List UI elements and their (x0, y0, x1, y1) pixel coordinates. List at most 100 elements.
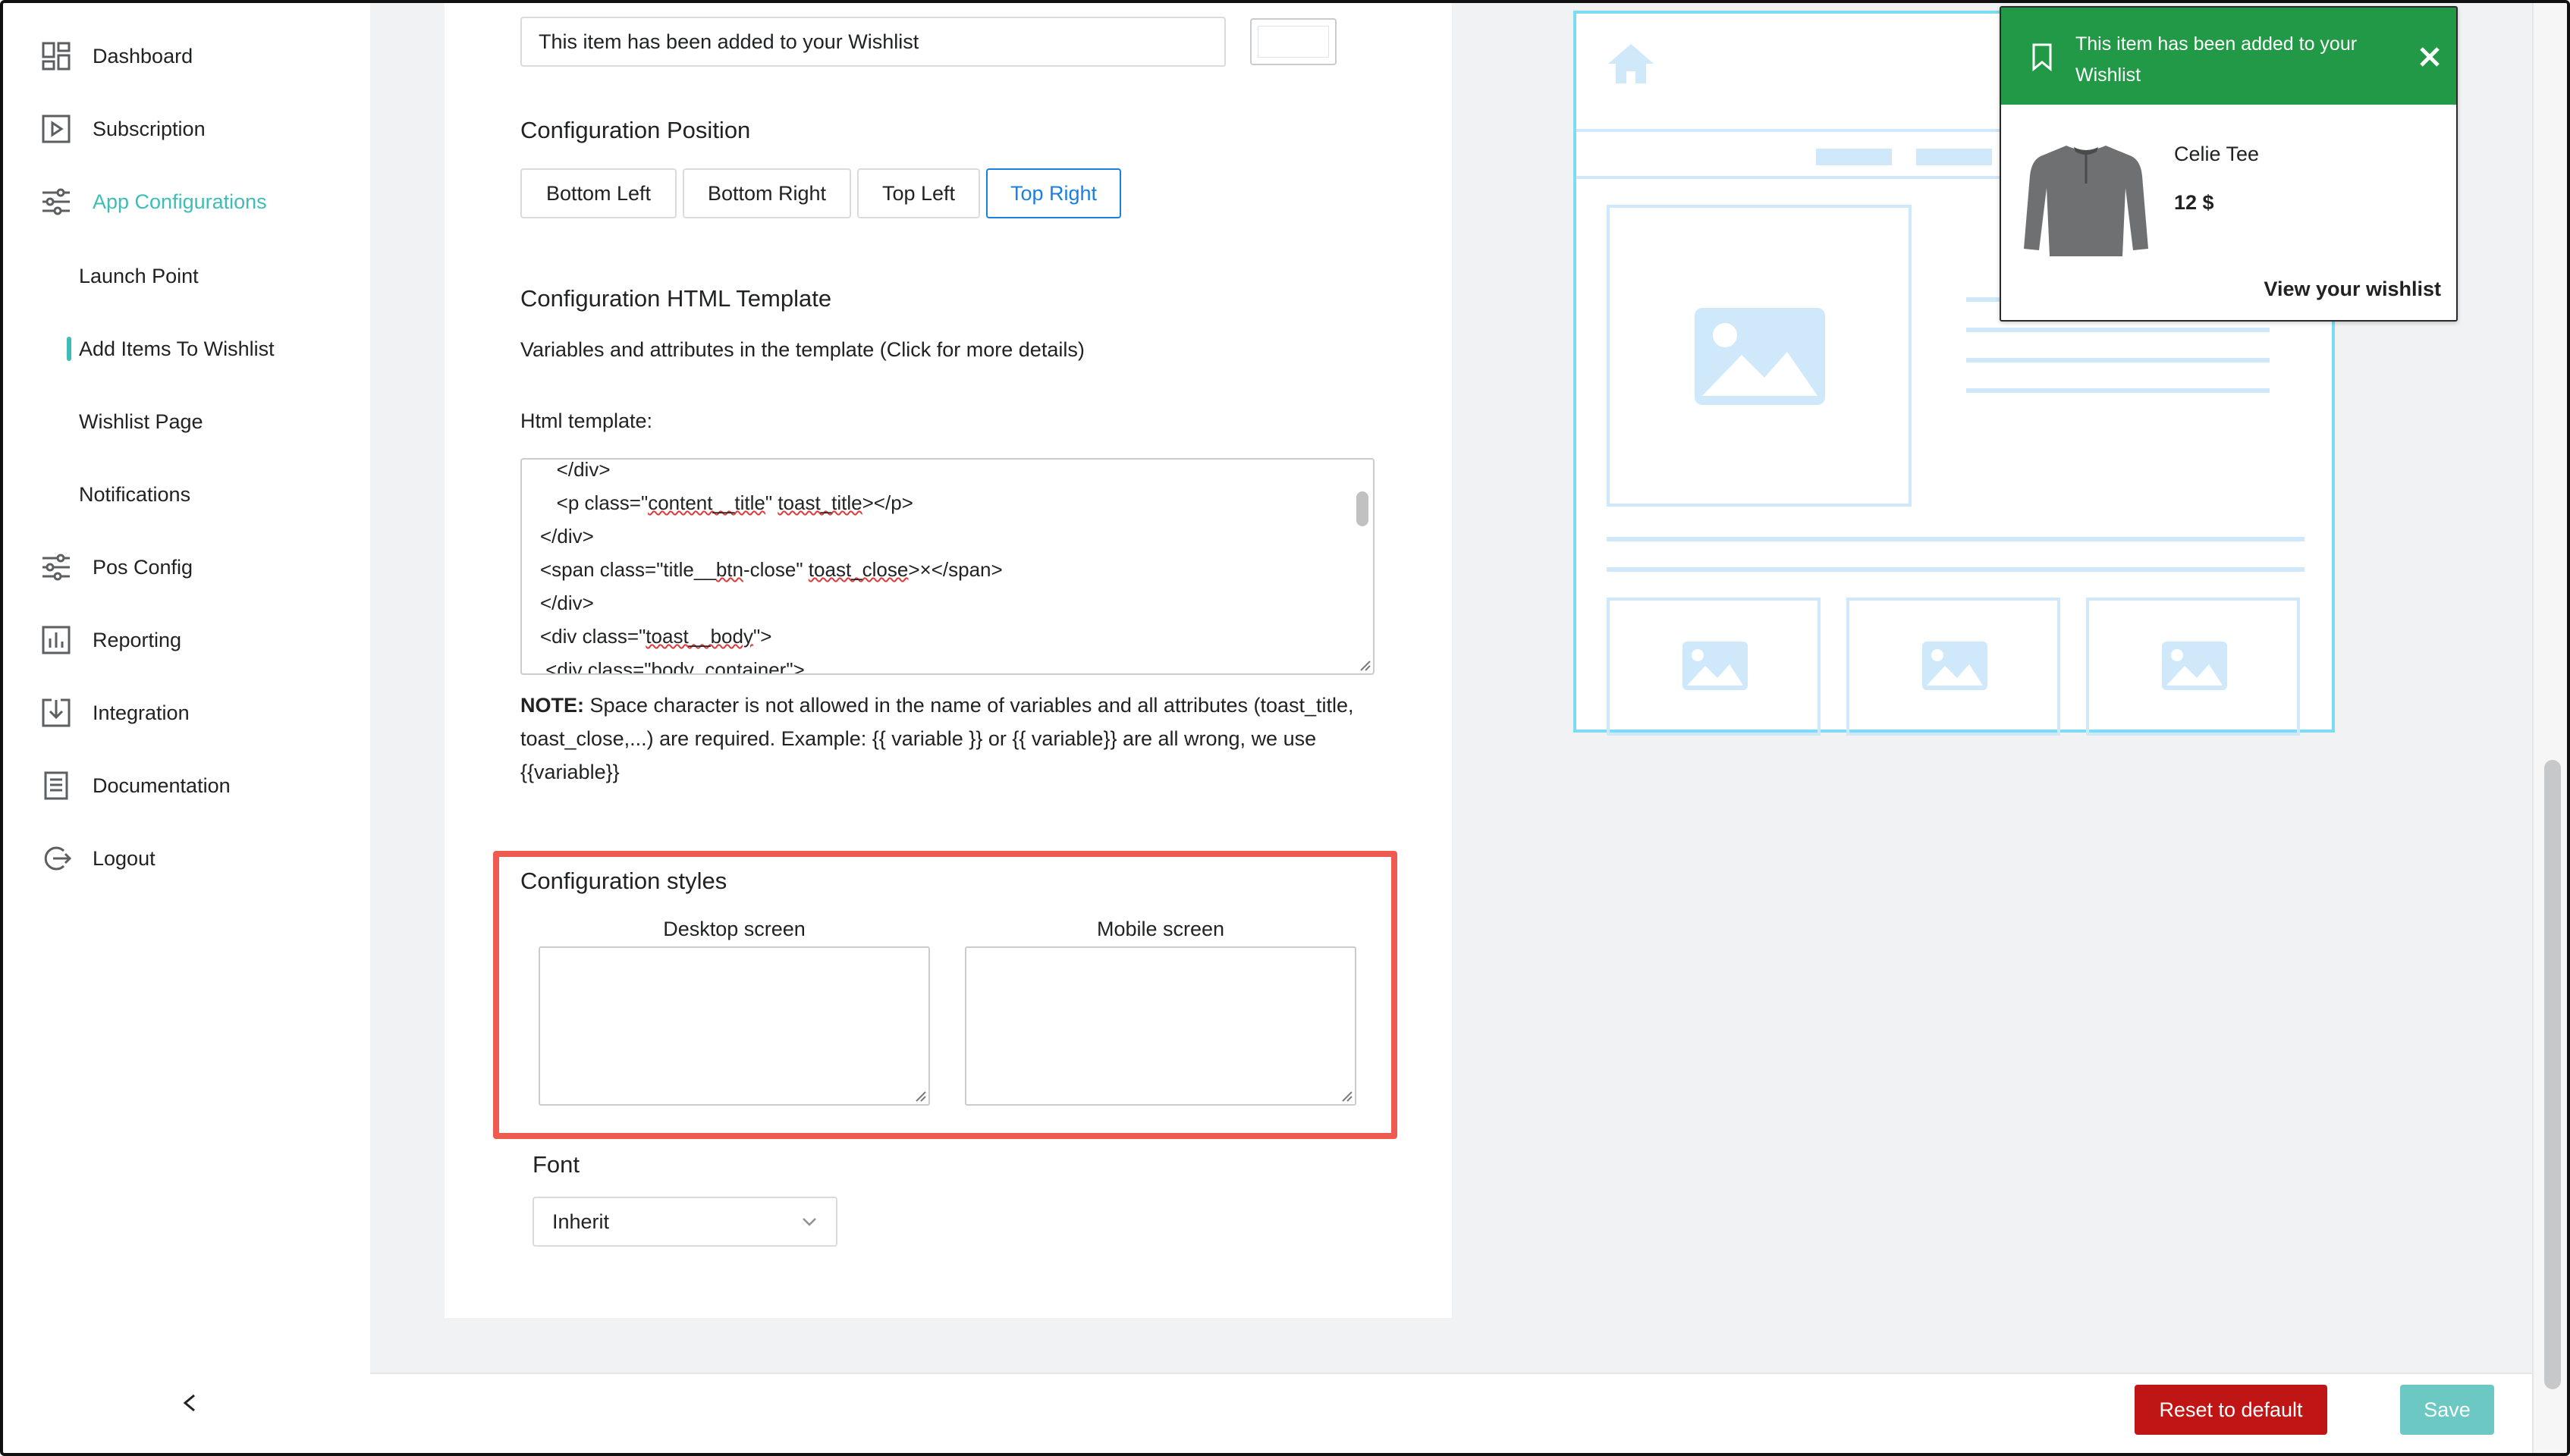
bar-chart-icon (39, 623, 73, 657)
template-note: NOTE: Space character is not allowed in … (520, 689, 1378, 789)
sidebar-item-label: Pos Config (93, 555, 193, 579)
preview-divider-line (1607, 567, 2305, 572)
image-icon (1695, 308, 1825, 405)
note-text: Space character is not allowed in the na… (520, 694, 1354, 783)
html-template-editor[interactable]: </div> <p class="content__title" toast_t… (520, 458, 1375, 675)
app-window: Dashboard Subscription App Configuration… (0, 0, 2570, 1456)
sidebar-item-integration[interactable]: Integration (39, 690, 190, 736)
sidebar-item-label: Logout (93, 846, 156, 870)
product-thumbnail-image (2024, 146, 2148, 256)
font-label: Font (533, 1151, 580, 1178)
image-icon (1682, 642, 1748, 690)
code-line: </div> (540, 592, 594, 614)
code-line: <span class="title__btn-close" toast_clo… (540, 558, 1003, 581)
desktop-styles-textarea[interactable] (539, 946, 930, 1106)
toast-product-name: Celie Tee (2174, 143, 2260, 165)
preview-thumbnail (1607, 598, 1821, 736)
preview-thumbnail (1846, 598, 2060, 736)
sidebar-subitem-wishlist-page[interactable]: Wishlist Page (79, 399, 203, 444)
sliders-icon (39, 551, 73, 584)
toast-header: This item has been added to your Wishlis… (2001, 8, 2456, 105)
sidebar-item-label: Reporting (93, 628, 182, 651)
reset-to-default-button[interactable]: Reset to default (2135, 1385, 2327, 1435)
page-scrollbar[interactable] (2532, 3, 2567, 1453)
sidebar-item-label: Dashboard (93, 44, 193, 67)
code-line: <div class="toast__body"> (540, 625, 772, 648)
play-square-icon (39, 112, 73, 146)
wishlist-toast-preview: This item has been added to your Wishlis… (2000, 6, 2458, 322)
position-top-right-button[interactable]: Top Right (986, 168, 1121, 218)
sidebar-item-label: Integration (93, 701, 190, 724)
scrollbar-thumb[interactable] (2544, 760, 2561, 1389)
sidebar-subitem-add-items-to-wishlist[interactable]: Add Items To Wishlist (67, 326, 275, 372)
image-icon (1922, 642, 1987, 690)
color-swatch-fill (1258, 26, 1329, 58)
sidebar-item-label: Subscription (93, 117, 206, 140)
mobile-styles-textarea[interactable] (965, 946, 1356, 1106)
styles-section-title: Configuration styles (520, 868, 727, 894)
preview-divider-line (1607, 537, 2305, 541)
code-line: </div> (540, 525, 594, 548)
template-description-link[interactable]: Variables and attributes in the template… (520, 338, 1085, 362)
sidebar-item-pos-config[interactable]: Pos Config (39, 544, 193, 590)
code-line: </div> (540, 458, 611, 481)
home-icon (1608, 44, 1654, 83)
code-line: <p class="content__title" toast_title></… (540, 491, 913, 514)
sidebar-subitem-label: Add Items To Wishlist (79, 337, 275, 360)
sidebar-item-app-configurations[interactable]: App Configurations (39, 179, 267, 224)
sidebar-item-reporting[interactable]: Reporting (39, 617, 181, 663)
bookmark-icon (2032, 43, 2052, 71)
toast-title: This item has been added to your Wishlis… (2075, 33, 2358, 86)
collapse-sidebar-button[interactable] (176, 1388, 203, 1418)
preview-text-line (1966, 388, 2270, 393)
preview-text-line (1966, 358, 2270, 362)
sidebar-subitem-label: Wishlist Page (79, 410, 203, 433)
sidebar-item-label: App Configurations (93, 190, 267, 213)
sliders-icon (39, 185, 73, 218)
preview-thumbnail (2086, 598, 2300, 736)
template-section-title: Configuration HTML Template (520, 285, 832, 312)
document-icon (39, 769, 73, 802)
position-section-title: Configuration Position (520, 117, 751, 143)
toast-message-input[interactable]: This item has been added to your Wishlis… (520, 17, 1226, 67)
editor-scrollbar[interactable] (1356, 491, 1368, 526)
preview-text-line (1966, 328, 2270, 332)
font-select-value: Inherit (552, 1210, 610, 1233)
dashboard-icon (39, 39, 73, 73)
save-button[interactable]: Save (2400, 1385, 2494, 1435)
note-label: NOTE: (520, 694, 584, 717)
position-bottom-right-button[interactable]: Bottom Right (683, 168, 851, 218)
position-top-left-button[interactable]: Top Left (857, 168, 980, 218)
font-select[interactable]: Inherit (533, 1197, 837, 1247)
sidebar-subitem-launch-point[interactable]: Launch Point (79, 253, 199, 299)
sidebar-item-subscription[interactable]: Subscription (39, 106, 206, 152)
resize-grip-icon[interactable] (1358, 658, 1371, 672)
sidebar-item-documentation[interactable]: Documentation (39, 763, 231, 808)
html-template-label: Html template: (520, 410, 653, 432)
toast-product-price: 12 $ (2174, 191, 2214, 214)
sidebar-item-dashboard[interactable]: Dashboard (39, 33, 193, 79)
logout-icon (39, 842, 73, 875)
resize-grip-icon[interactable] (913, 1089, 927, 1103)
chevron-left-icon (183, 1394, 195, 1412)
download-box-icon (39, 696, 73, 730)
color-picker[interactable] (1250, 18, 1337, 65)
preview-nav-placeholder (1916, 149, 1992, 165)
sidebar-subitem-label: Launch Point (79, 264, 199, 287)
sidebar: Dashboard Subscription App Configuration… (3, 3, 370, 1453)
view-wishlist-link[interactable]: View your wishlist (2264, 278, 2441, 301)
position-bottom-left-button[interactable]: Bottom Left (520, 168, 677, 218)
sidebar-item-label: Documentation (93, 774, 231, 797)
image-icon (2162, 642, 2227, 690)
desktop-screen-label: Desktop screen (663, 918, 806, 940)
resize-grip-icon[interactable] (1340, 1089, 1353, 1103)
sidebar-subitem-notifications[interactable]: Notifications (79, 472, 190, 517)
sidebar-item-logout[interactable]: Logout (39, 836, 156, 881)
close-icon[interactable] (2418, 46, 2441, 68)
code-line: <div class="body_container"> (540, 658, 805, 675)
active-indicator (67, 337, 71, 361)
sidebar-subitem-label: Notifications (79, 482, 191, 506)
preview-product-image (1607, 205, 1912, 507)
mobile-screen-label: Mobile screen (1096, 918, 1225, 940)
preview-nav-placeholder (1816, 149, 1892, 165)
